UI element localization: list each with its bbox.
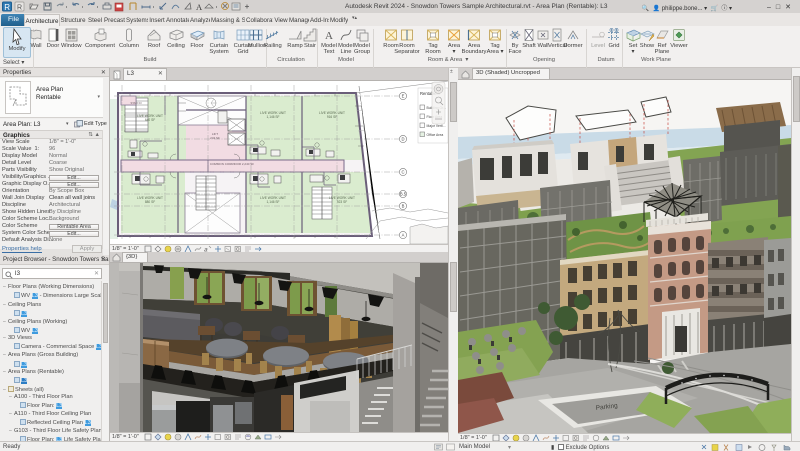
svg-text:A: A	[196, 2, 203, 12]
svg-text:C: C	[401, 170, 404, 175]
svg-text:Major Verti...: Major Verti...	[427, 124, 446, 128]
svg-text:R: R	[4, 3, 10, 12]
svg-text:COMMON CORRIDOR 2,240 SF: COMMON CORRIDOR 2,240 SF	[210, 162, 254, 166]
svg-text:234 SF: 234 SF	[210, 136, 220, 140]
svg-text:A: A	[325, 30, 333, 42]
svg-text:880 SF: 880 SF	[145, 200, 155, 204]
svg-text:A: A	[402, 233, 405, 238]
svg-text:Office Area: Office Area	[427, 133, 444, 137]
svg-text:R: R	[17, 5, 22, 12]
svg-text:1,146 SF: 1,146 SF	[267, 115, 280, 119]
svg-text:916 SF: 916 SF	[327, 115, 337, 119]
svg-text:E: E	[402, 94, 405, 99]
svg-text:640 SF: 640 SF	[145, 118, 155, 122]
svg-text:B.5: B.5	[400, 192, 407, 197]
svg-text:923 SF: 923 SF	[337, 200, 347, 204]
svg-text:D: D	[401, 137, 404, 142]
svg-text:STAIR 03: STAIR 03	[130, 101, 142, 105]
svg-text:1,146 SF: 1,146 SF	[267, 200, 280, 204]
svg-text:B: B	[402, 204, 405, 209]
